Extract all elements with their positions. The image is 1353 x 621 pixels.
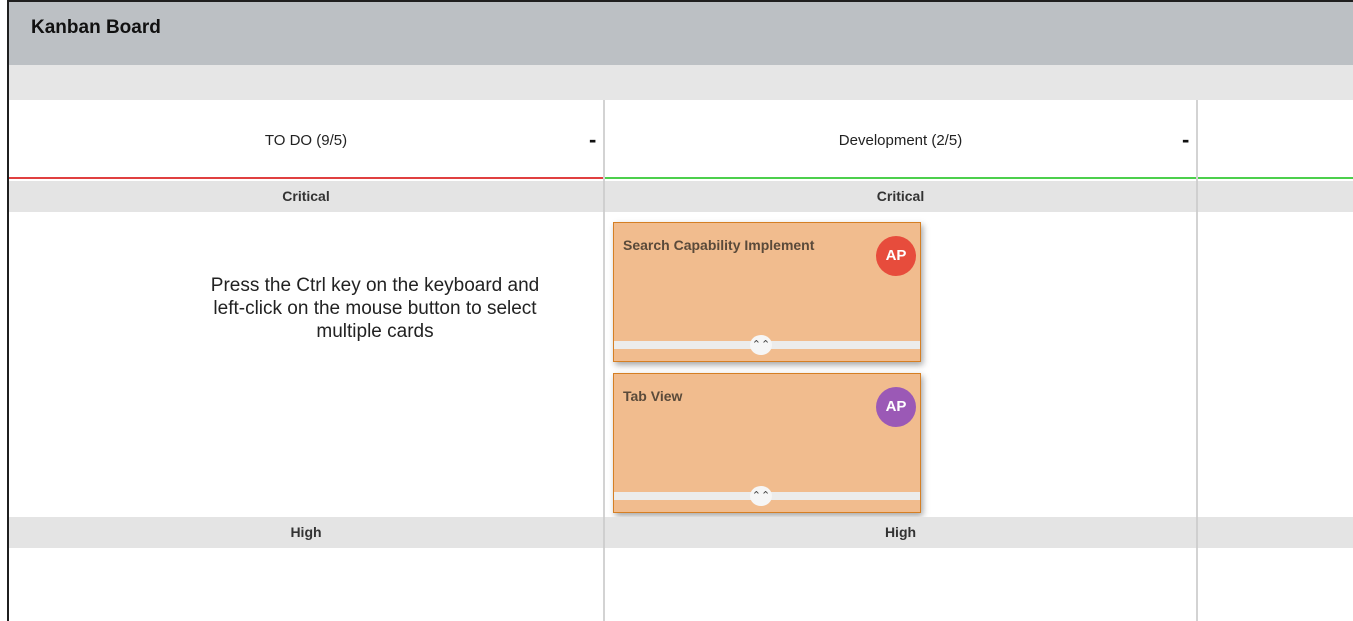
kanban-card[interactable]: Tab View AP ⌃⌃: [613, 373, 921, 513]
double-chevron-up-icon[interactable]: ⌃⌃: [750, 486, 772, 506]
column-title-development: Development (2/5): [838, 132, 963, 149]
kanban-card[interactable]: Search Capability Implement AP ⌃⌃: [613, 222, 921, 362]
card-title: Tab View: [623, 388, 683, 404]
swimlane-high[interactable]: High High: [9, 517, 1353, 548]
assignee-avatar: AP: [876, 236, 916, 276]
swimlane-label-critical: Critical: [876, 188, 925, 204]
swimlane-divider: [1196, 181, 1198, 212]
swimlane-divider: [1196, 517, 1198, 548]
title-bar: Kanban Board: [9, 2, 1353, 65]
collapse-todo-button[interactable]: -: [589, 129, 599, 151]
column-header-todo: TO DO (9/5) -: [9, 100, 603, 179]
collapse-development-button[interactable]: -: [1182, 129, 1192, 151]
swimlane-label-critical: Critical: [282, 188, 330, 204]
board-title: Kanban Board: [31, 17, 161, 38]
swimlane-label-high: High: [884, 524, 917, 540]
column-title-todo: TO DO (9/5): [264, 132, 348, 149]
double-chevron-up-icon[interactable]: ⌃⌃: [750, 335, 772, 355]
column-header-development: Development (2/5) -: [605, 100, 1196, 179]
multi-select-hint: Press the Ctrl key on the keyboard and l…: [210, 275, 540, 342]
column-header-next: [1198, 100, 1353, 179]
toolbar: [9, 65, 1353, 100]
assignee-avatar: AP: [876, 387, 916, 427]
swimlane-critical[interactable]: Critical Critical: [9, 181, 1353, 212]
kanban-board: Kanban Board TO DO (9/5) - Development (…: [7, 0, 1353, 621]
swimlane-label-high: High: [290, 524, 322, 540]
card-title: Search Capability Implement: [623, 237, 815, 253]
